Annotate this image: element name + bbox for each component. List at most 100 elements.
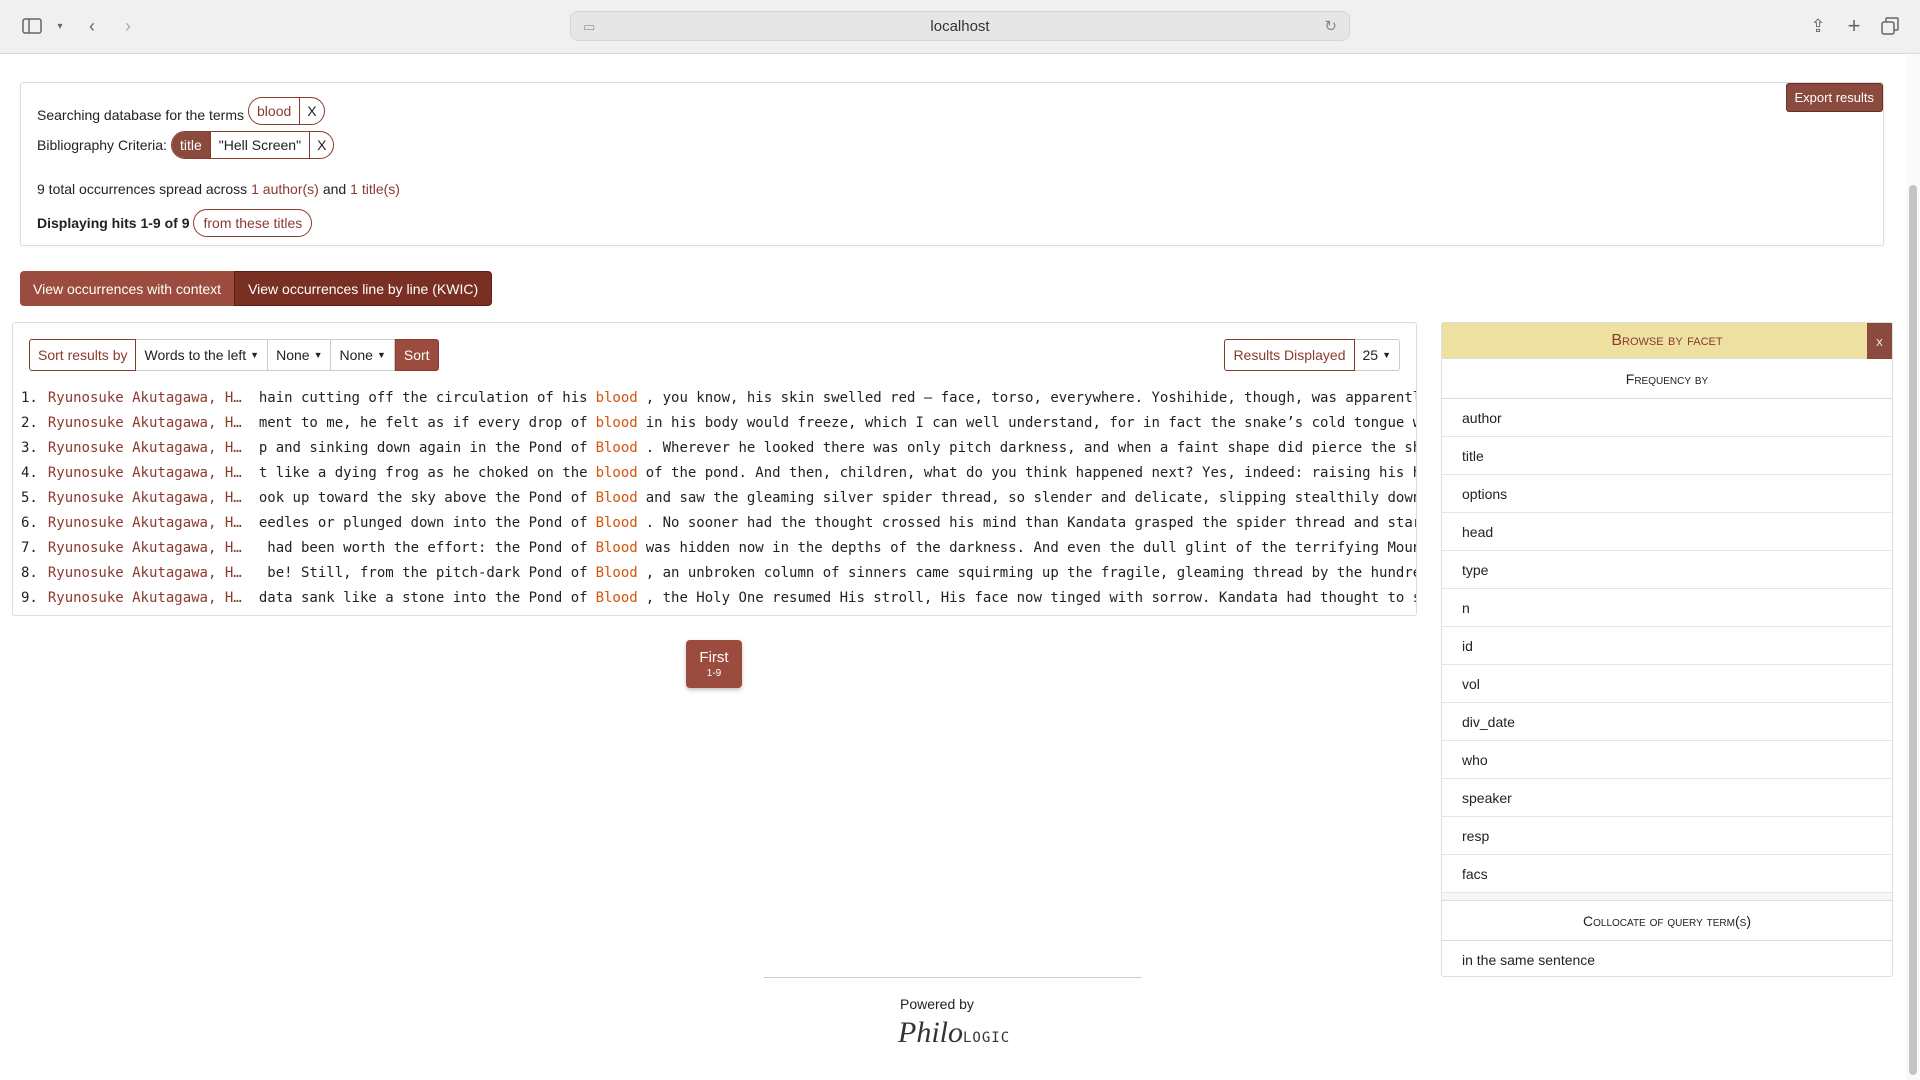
share-icon[interactable]: ⇪ [1804,12,1832,40]
citation-link[interactable]: Ryunosuke Akutagawa, H… [48,590,250,606]
address-bar[interactable]: ▭ localhost ↻ [570,11,1350,41]
facet-item-vol[interactable]: vol [1442,665,1892,703]
sort-key2-dropdown[interactable]: None ▼ [268,339,332,371]
kwic-line: 7. Ryunosuke Akutagawa, H… had been worth … [21,535,1416,560]
facet-item-facs[interactable]: facs [1442,855,1892,893]
back-icon[interactable]: ‹ [78,12,106,40]
facet-item-author[interactable]: author [1442,399,1892,437]
facet-item-speaker[interactable]: speaker [1442,779,1892,817]
facet-item-resp[interactable]: resp [1442,817,1892,855]
forward-icon[interactable]: › [114,12,142,40]
facet-item-options[interactable]: options [1442,475,1892,513]
hit-word[interactable]: Blood [596,440,638,456]
left-context-text: had been worth the effort: the Pond of [267,539,588,556]
sort-button[interactable]: Sort [394,339,439,371]
remove-term-button[interactable]: X [299,98,323,124]
left-context: ook up toward the sky above the Pond of [250,490,588,506]
citation-link[interactable]: Ryunosuke Akutagawa, H… [48,390,250,406]
kwic-line: 3. Ryunosuke Akutagawa, H… p and sinking d… [21,435,1416,460]
results-panel: Sort results by Words to the left ▼ None ▼… [12,322,1417,616]
citation-link[interactable]: Ryunosuke Akutagawa, H… [48,415,250,431]
line-index: 3. [21,439,38,456]
citation-link[interactable]: Ryunosuke Akutagawa, H… [48,540,250,556]
hit-word[interactable]: Blood [596,590,638,606]
line-index: 2. [21,414,38,431]
caret-down-icon: ▼ [313,350,323,360]
biblio-key: title [171,132,210,158]
collocate-same-sentence[interactable]: in the same sentence [1442,941,1892,979]
sort-key2-value: None [276,347,310,363]
right-context: , the Holy One resumed His stroll, His f… [645,589,1417,606]
per-page-value: 25 [1362,347,1379,363]
kwic-line: 4. Ryunosuke Akutagawa, H… t like a dying … [21,460,1417,485]
kwic-line: 9. Ryunosuke Akutagawa, H… data sank like … [21,585,1417,610]
right-context: , an unbroken column of sinners came squ… [645,564,1417,581]
right-context: of the pond. And then, children, what do… [645,464,1417,481]
right-context: in his body would freeze, which I can we… [645,414,1417,431]
scrollbar-thumb[interactable] [1909,185,1917,1075]
hit-word[interactable]: Blood [596,540,638,556]
sort-key1-dropdown[interactable]: Words to the left ▼ [136,339,269,371]
line-index: 7. [21,539,38,556]
summary-text: 9 total occurrences spread across [37,181,248,197]
facet-item-type[interactable]: type [1442,551,1892,589]
titles-link[interactable]: 1 title(s) [350,181,400,197]
facets-panel: Browse by facet x Frequency by author ti… [1441,322,1893,977]
biblio-row: Bibliography Criteria: title "Hell Scree… [37,131,335,159]
logo-philo: Philo [898,1016,963,1049]
facets-title: Browse by facet [1611,331,1723,349]
facet-item-n[interactable]: n [1442,589,1892,627]
left-context-text: p and sinking down again in the Pond of [258,439,588,456]
philologic-logo: PhiloLOGIC [898,1016,1010,1050]
hit-word[interactable]: Blood [596,515,638,531]
left-context: be! Still, from the pitch-dark Pond of [250,565,587,581]
sort-key3-dropdown[interactable]: None ▼ [331,339,395,371]
facet-separator [1442,893,1892,901]
new-tab-icon[interactable]: + [1840,12,1868,40]
citation-link[interactable]: Ryunosuke Akutagawa, H… [48,490,250,506]
pager-first-button[interactable]: First 1-9 [686,640,742,688]
hit-word[interactable]: Blood [596,565,638,581]
facet-item-title[interactable]: title [1442,437,1892,475]
hit-word[interactable]: blood [596,465,638,481]
facet-item-who[interactable]: who [1442,741,1892,779]
kwic-line: 1. Ryunosuke Akutagawa, H… hain cutting of… [21,385,1416,410]
results-per-page-dropdown[interactable]: 25 ▼ [1354,339,1400,371]
results-displayed-label: Results Displayed [1224,339,1355,371]
reload-icon[interactable]: ↻ [1324,17,1337,35]
sidebar-toggle-icon[interactable] [18,12,46,40]
authors-link[interactable]: 1 author(s) [251,181,319,197]
citation-link[interactable]: Ryunosuke Akutagawa, H… [48,565,250,581]
citation-link[interactable]: Ryunosuke Akutagawa, H… [48,440,250,456]
export-results-button[interactable]: Export results [1785,83,1883,112]
from-titles-button[interactable]: from these titles [193,209,313,237]
left-context: hain cutting off the circulation of his [250,390,588,406]
view-context-button[interactable]: View occurrences with context [20,271,235,306]
left-context-text: ment to me, he felt as if every drop of [258,414,588,431]
remove-biblio-button[interactable]: X [309,132,333,158]
sort-key3-value: None [339,347,373,363]
footer-divider [764,977,1142,978]
hit-word[interactable]: blood [596,415,638,431]
biblio-value: "Hell Screen" [209,132,309,158]
view-toggle: View occurrences with context View occur… [20,271,493,306]
view-kwic-button[interactable]: View occurrences line by line (KWIC) [234,271,493,306]
facet-item-div-date[interactable]: div_date [1442,703,1892,741]
term-pill[interactable]: blood X [248,97,325,125]
hit-word[interactable]: Blood [596,490,638,506]
citation-link[interactable]: Ryunosuke Akutagawa, H… [48,465,250,481]
chevron-down-icon[interactable]: ▾ [46,12,74,40]
searching-label: Searching database for the terms [37,107,245,123]
facet-item-id[interactable]: id [1442,627,1892,665]
tab-overview-icon[interactable] [1876,12,1904,40]
kwic-line: 2. Ryunosuke Akutagawa, H… ment to me, he … [21,410,1417,435]
left-context-text: t like a dying frog as he choked on the [258,464,588,481]
sort-label: Sort results by [29,339,137,371]
facet-item-head[interactable]: head [1442,513,1892,551]
hit-word[interactable]: blood [596,390,638,406]
citation-link[interactable]: Ryunosuke Akutagawa, H… [48,515,250,531]
close-facets-button[interactable]: x [1867,323,1892,359]
biblio-pill[interactable]: title "Hell Screen" X [170,131,335,159]
browser-toolbar: ▾ ‹ › ▭ localhost ↻ ⇪ + [0,0,1920,54]
left-context: p and sinking down again in the Pond of [250,440,588,456]
